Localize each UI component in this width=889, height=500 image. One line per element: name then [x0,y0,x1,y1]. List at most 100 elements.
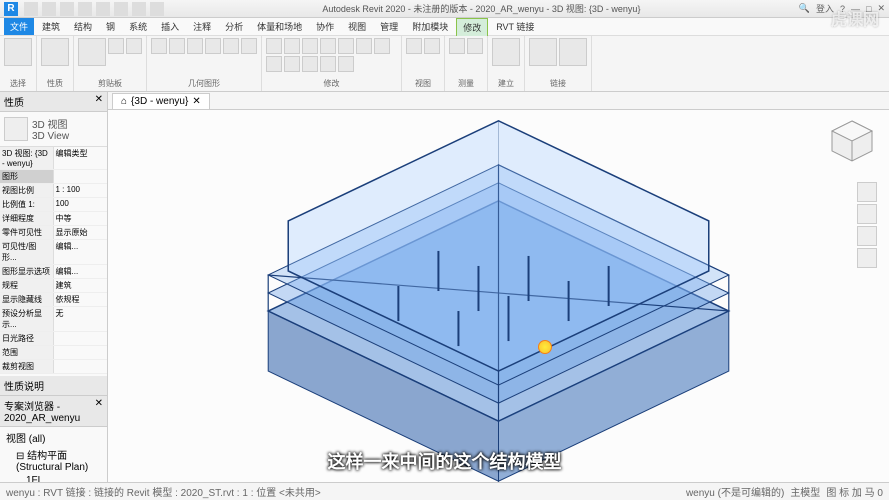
tab-analyze[interactable]: 分析 [219,18,249,35]
prop-value[interactable]: 100 [54,198,108,211]
view-tool[interactable] [406,38,422,54]
geom-tool[interactable] [169,38,185,54]
tab-insert[interactable]: 插入 [155,18,185,35]
tab-steel[interactable]: 钢 [100,18,121,35]
browser-root[interactable]: 视图 (all) [2,429,105,446]
modify-tool[interactable] [338,56,354,72]
qat-icon[interactable] [96,2,110,16]
view-cube[interactable] [827,116,877,166]
view-tool[interactable] [424,38,440,54]
group-view: 视图 [406,77,440,89]
prop-value[interactable]: 1 : 100 [54,184,108,197]
group-select: 选择 [4,77,32,89]
search-icon[interactable]: 🔍 [799,3,810,14]
qat-icon[interactable] [114,2,128,16]
modify-tool[interactable] [320,38,336,54]
project-browser[interactable]: 视图 (all) ⊟ 结构平面 (Structural Plan)1FL2FLB… [0,427,107,482]
tab-manage[interactable]: 管理 [374,18,404,35]
viewport[interactable]: ⌂{3D - wenyu}✕ [108,92,889,482]
geom-tool[interactable] [223,38,239,54]
prop-value[interactable] [54,360,108,373]
close-icon[interactable]: ✕ [95,398,103,424]
prop-value[interactable] [54,346,108,359]
close-icon[interactable]: ✕ [192,96,200,107]
measure-tool[interactable] [449,38,465,54]
prop-value[interactable]: 无 [54,307,108,331]
tab-annotate[interactable]: 注释 [187,18,217,35]
qat-icon[interactable] [78,2,92,16]
prop-key: 比例值 1: [0,198,54,211]
clip-tool[interactable] [108,38,124,54]
nav-icon[interactable] [857,182,877,202]
browser-group[interactable]: ⊟ 结构平面 (Structural Plan) [2,446,105,474]
modify-tool[interactable] [266,38,282,54]
geom-tool[interactable] [151,38,167,54]
prop-value[interactable]: 中等 [54,212,108,225]
properties-tool[interactable] [41,38,69,66]
browser-title: 专案浏览器 - 2020_AR_wenyu [4,398,95,424]
modify-tool[interactable] [374,38,390,54]
modify-tool[interactable] [284,38,300,54]
tab-addins[interactable]: 附加模块 [406,18,454,35]
manage-links-tool[interactable] [529,38,557,66]
close-icon[interactable]: ✕ [95,94,103,109]
view-tab-3d[interactable]: ⌂{3D - wenyu}✕ [112,93,210,109]
window-title: Autodesk Revit 2020 - 未注册的版本 - 2020_AR_w… [164,2,799,15]
bind-links-tool[interactable] [559,38,587,66]
create-tool[interactable] [492,38,520,66]
nav-icon[interactable] [857,204,877,224]
view-selector[interactable]: 3D 视图: {3D - wenyu} [0,147,54,169]
prop-value[interactable]: 编辑... [54,240,108,264]
tab-modify[interactable]: 修改 [456,18,488,36]
navigation-bar[interactable] [857,182,877,268]
modify-tool[interactable] [302,38,318,54]
tab-view[interactable]: 视图 [342,18,372,35]
tab-file[interactable]: 文件 [4,18,34,35]
qat-icon[interactable] [42,2,56,16]
tab-arch[interactable]: 建筑 [36,18,66,35]
tab-systems[interactable]: 系统 [123,18,153,35]
prop-value[interactable]: 依规程 [54,293,108,306]
prop-key: 显示隐藏线 [0,293,54,306]
modify-tool[interactable] [356,38,372,54]
qat-icon[interactable] [150,2,164,16]
prop-value[interactable]: 显示原始 [54,226,108,239]
qat-icon[interactable] [60,2,74,16]
section-graphics: 图形 [0,170,54,183]
modify-tool[interactable] [338,38,354,54]
nav-icon[interactable] [857,248,877,268]
modify-tool[interactable] [284,56,300,72]
tab-rvtlink[interactable]: RVT 链接 [490,18,540,35]
nav-icon[interactable] [857,226,877,246]
status-bar: wenyu : RVT 链接 : 链接的 Revit 模型 : 2020_ST.… [0,482,889,500]
modify-tool[interactable] [266,56,282,72]
quick-access-toolbar[interactable] [24,2,164,16]
tab-collab[interactable]: 协作 [310,18,340,35]
status-main[interactable]: 主模型 [790,484,820,499]
paste-tool[interactable] [78,38,106,66]
modify-tool[interactable] [320,56,336,72]
qat-icon[interactable] [24,2,38,16]
group-create: 建立 [492,77,520,89]
prop-value[interactable] [54,332,108,345]
clip-tool[interactable] [126,38,142,54]
prop-value[interactable]: 建筑 [54,279,108,292]
measure-tool[interactable] [467,38,483,54]
tab-struct[interactable]: 结构 [68,18,98,35]
tab-massing[interactable]: 体量和场地 [251,18,308,35]
group-props: 性质 [41,77,69,89]
3d-canvas[interactable] [108,110,889,482]
edit-type-button[interactable]: 编辑类型 [54,147,108,169]
group-modify: 修改 [266,77,397,89]
browser-item[interactable]: 1FL [2,474,105,482]
props-help[interactable]: 性质说明 [4,378,44,393]
left-panel: 性质✕ 3D 视图3D View 3D 视图: {3D - wenyu}编辑类型… [0,92,108,482]
select-tool[interactable] [4,38,32,66]
qat-icon[interactable] [132,2,146,16]
geom-tool[interactable] [187,38,203,54]
prop-value[interactable]: 编辑... [54,265,108,278]
geom-tool[interactable] [205,38,221,54]
prop-key: 裁剪视图 [0,360,54,373]
modify-tool[interactable] [302,56,318,72]
geom-tool[interactable] [241,38,257,54]
